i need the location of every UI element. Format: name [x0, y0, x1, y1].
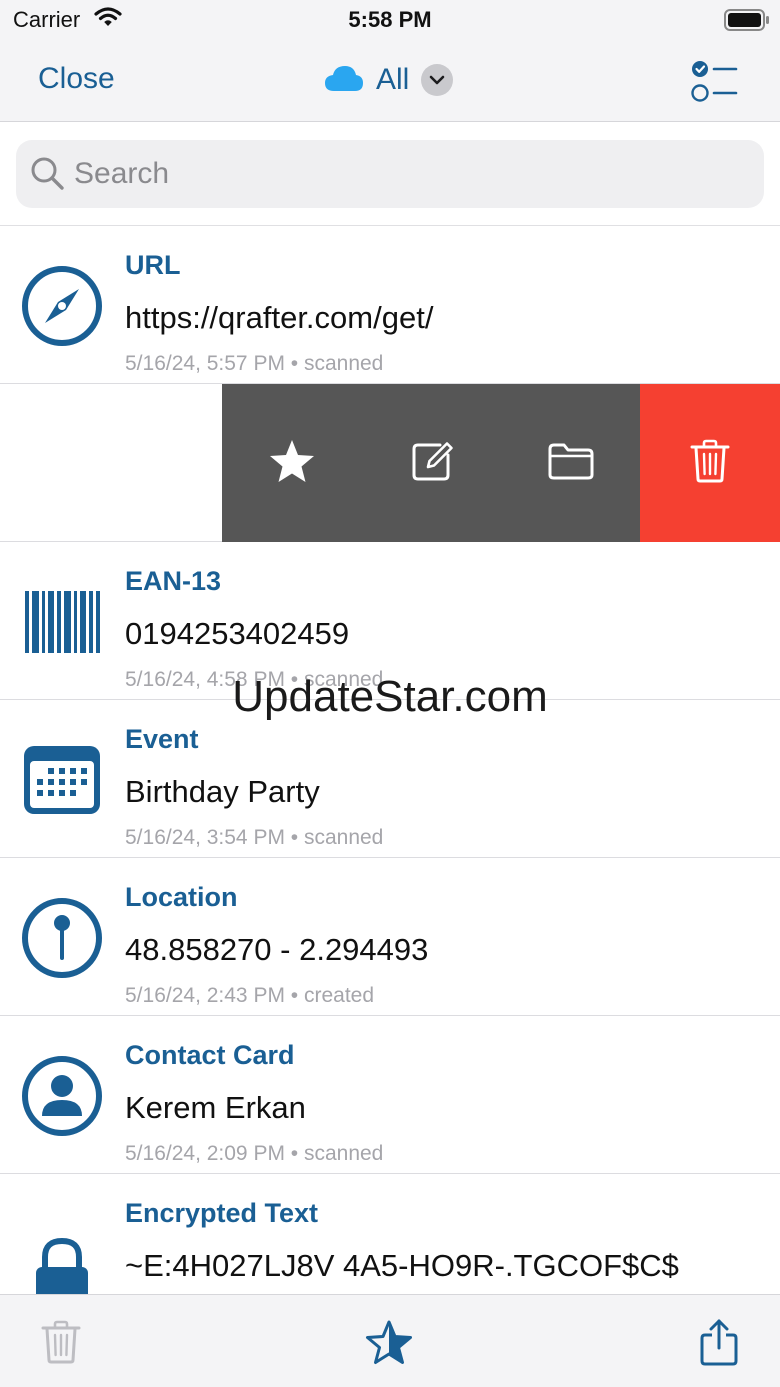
delete-button[interactable]	[640, 384, 780, 542]
list-item[interactable]: Event Birthday Party 5/16/24, 3:54 PM • …	[0, 700, 780, 858]
trash-icon	[41, 1320, 81, 1369]
select-list-icon[interactable]	[690, 58, 738, 109]
delete-toolbar-button[interactable]	[36, 1319, 86, 1369]
collection-picker[interactable]: All	[324, 58, 454, 102]
status-bar: Carrier 5:58 PM	[0, 0, 780, 40]
lock-icon	[20, 1230, 104, 1294]
item-value: 48.858270 - 2.294493	[125, 932, 429, 967]
barcode-icon	[20, 580, 104, 664]
list-item[interactable]: Encrypted Text ~E:4H027LJ8V 4A5-HO9R-.TG…	[0, 1174, 780, 1294]
share-icon	[699, 1318, 739, 1371]
item-type: Event	[125, 724, 199, 754]
map-pin-icon	[20, 896, 104, 980]
watermark: UpdateStar.com	[232, 672, 548, 721]
calendar-icon	[20, 738, 104, 822]
list-item[interactable]: Contact Card Kerem Erkan 5/16/24, 2:09 P…	[0, 1016, 780, 1174]
folder-icon	[547, 441, 595, 486]
share-toolbar-button[interactable]	[694, 1319, 744, 1369]
chevron-down-icon	[421, 64, 454, 96]
item-value: https://qrafter.com/get/	[125, 300, 434, 335]
move-to-folder-button[interactable]	[502, 384, 640, 542]
scan-history-list: URL https://qrafter.com/get/ 5/16/24, 5:…	[0, 226, 780, 1294]
list-item[interactable]: Location 48.858270 - 2.294493 5/16/24, 2…	[0, 858, 780, 1016]
star-icon	[268, 438, 316, 489]
item-value: Kerem Erkan	[125, 1090, 306, 1125]
item-meta: 5/16/24, 3:54 PM • scanned	[125, 826, 384, 849]
search-box[interactable]	[16, 140, 764, 208]
item-type: EAN-13	[125, 566, 222, 596]
cloud-icon	[324, 64, 364, 97]
close-button[interactable]: Close	[38, 62, 115, 96]
favorite-button[interactable]	[222, 384, 362, 542]
item-type: Encrypted Text	[125, 1198, 319, 1228]
navigation-bar: Close All	[0, 40, 780, 122]
compass-icon	[20, 264, 104, 348]
item-meta: 5/16/24, 2:09 PM • scanned	[125, 1142, 384, 1165]
search-icon	[30, 156, 66, 197]
search-area	[0, 122, 780, 226]
battery-icon	[724, 9, 770, 36]
collection-title: All	[376, 63, 410, 96]
bottom-toolbar	[0, 1294, 780, 1387]
status-time: 5:58 PM	[348, 7, 432, 32]
star-outline-icon	[365, 1319, 413, 1370]
item-meta: 5/16/24, 5:57 PM • scanned	[125, 352, 384, 375]
list-item[interactable]: URL https://qrafter.com/get/ 5/16/24, 5:…	[0, 226, 780, 384]
item-meta: 5/16/24, 2:43 PM • created	[125, 984, 375, 1007]
favorites-toolbar-button[interactable]	[364, 1319, 414, 1369]
item-value: 0194253402459	[125, 616, 350, 651]
edit-button[interactable]	[362, 384, 502, 542]
item-value: ~E:4H027LJ8V 4A5-HO9R-.TGCOF$C$	[125, 1248, 679, 1283]
item-value: Birthday Party	[125, 774, 320, 809]
search-input[interactable]	[74, 150, 734, 198]
swipe-actions	[222, 384, 780, 542]
swiped-list-item[interactable]	[0, 384, 780, 542]
item-type: Location	[125, 882, 238, 912]
trash-icon	[690, 439, 730, 488]
item-type: URL	[125, 250, 181, 280]
item-type: Contact Card	[125, 1040, 295, 1070]
edit-icon	[410, 439, 454, 488]
person-icon	[20, 1054, 104, 1138]
